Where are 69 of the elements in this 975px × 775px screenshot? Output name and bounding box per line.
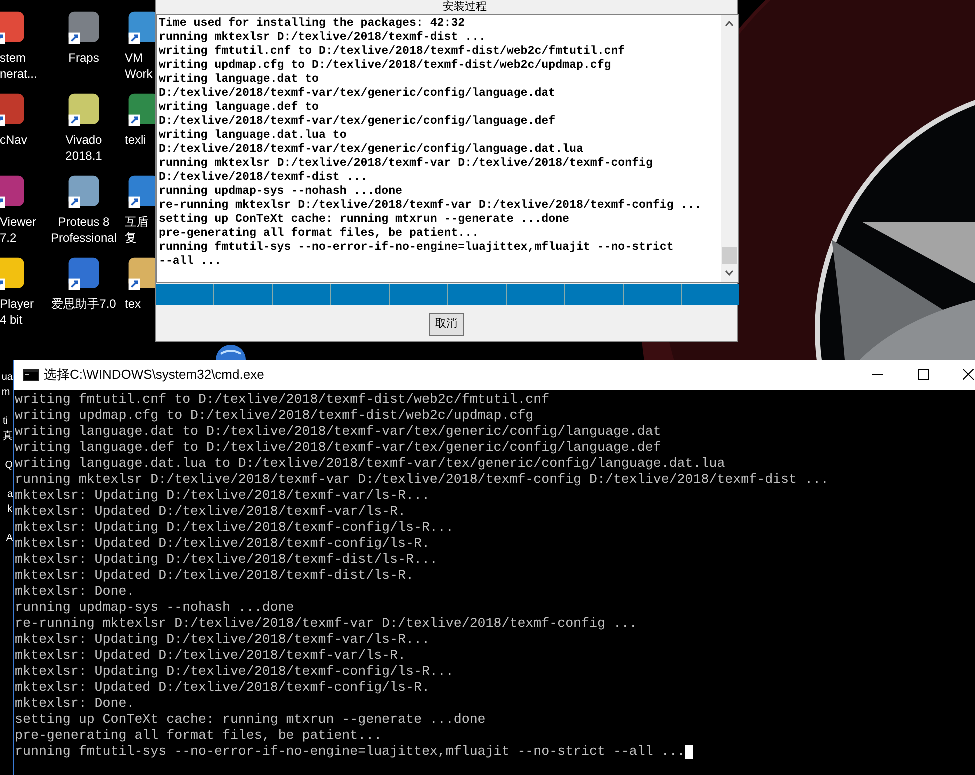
minimize-icon[interactable]: [872, 374, 883, 376]
icon-label[interactable]: stem nerat...: [0, 50, 38, 82]
console-line: mktexlsr: Updated D:/texlive/2018/texmf-var/ls-R.: [15, 648, 406, 664]
icon-label[interactable]: Player 4 bit: [0, 296, 34, 328]
log-line: --all ...: [159, 255, 223, 269]
scrollbar[interactable]: [721, 15, 738, 282]
icon-label[interactable]: 互盾 复: [125, 214, 149, 246]
icon-label[interactable]: A: [6, 531, 13, 546]
icon-label[interactable]: tex: [125, 296, 142, 312]
console-line: writing language.def to D:/texlive/2018/texmf-var/tex/generic/config/language.def: [15, 440, 662, 456]
console-icon: [23, 369, 39, 381]
icon-label[interactable]: VM Work: [125, 50, 153, 82]
log-line: D:/texlive/2018/texmf-dist ...: [159, 171, 369, 185]
log-line: D:/texlive/2018/texmf-var/tex/generic/config/language.dat: [159, 87, 557, 101]
log-line: running updmap-sys --nohash ...done: [159, 185, 404, 199]
console-line: mktexlsr: Updating D:/texlive/2018/texmf-var/ls-R...: [15, 632, 430, 648]
window-title: 安装过程: [443, 1, 487, 13]
log-line: writing updmap.cfg to D:/texlive/2018/texmf-dist/web2c/updmap.cfg: [159, 59, 612, 73]
close-icon[interactable]: [963, 369, 974, 380]
icon-label[interactable]: cNav: [0, 132, 28, 148]
log-line: writing language.dat to: [159, 73, 320, 87]
icon-label[interactable]: a k: [7, 487, 13, 517]
log-line: running fmtutil-sys --no-error-if-no-engine=luajittex,mfluajit --no-strict: [159, 241, 675, 255]
console-line: mktexlsr: Updated D:/texlive/2018/texmf-config/ls-R.: [15, 680, 430, 696]
cancel-button[interactable]: 取消: [429, 313, 464, 336]
console-line: mktexlsr: Updating D:/texlive/2018/texmf-config/ls-R...: [15, 520, 454, 536]
icon-label[interactable]: Fraps: [68, 50, 100, 66]
console-line: mktexlsr: Updated D:/texlive/2018/texmf-var/ls-R.: [15, 504, 406, 520]
icon-label[interactable]: ua m: [2, 370, 13, 400]
console-line: writing updmap.cfg to D:/texlive/2018/texmf-dist/web2c/updmap.cfg: [15, 408, 534, 424]
scroll-thumb[interactable]: [722, 247, 737, 264]
console-line: mktexlsr: Done.: [15, 696, 135, 712]
log-line: Time used for installing the packages: 42:32: [159, 17, 466, 31]
console-line: running updmap-sys --nohash ...done: [15, 600, 294, 616]
console-line: pre-generating all format files, be patient...: [15, 728, 382, 744]
console-line: setting up ConTeXt cache: running mtxrun --generate ...done: [15, 712, 486, 728]
console-line: mktexlsr: Done.: [15, 584, 135, 600]
log-line: writing language.def to: [159, 101, 320, 115]
log-line: D:/texlive/2018/texmf-var/tex/generic/config/language.dat.lua: [159, 143, 584, 157]
icon-label[interactable]: Proteus 8 Professional: [50, 214, 118, 246]
console-line: mktexlsr: Updating D:/texlive/2018/texmf-dist/ls-R...: [15, 552, 438, 568]
icon-label[interactable]: ti 真: [3, 414, 13, 444]
scroll-up-icon[interactable]: [725, 21, 734, 27]
log-line: setting up ConTeXt cache: running mtxrun --generate ...done: [159, 213, 570, 227]
console-line: mktexlsr: Updated D:/texlive/2018/texmf-dist/ls-R.: [15, 568, 414, 584]
maximize-icon[interactable]: [918, 369, 929, 380]
icon-label[interactable]: 爱思助手7.0: [52, 296, 116, 312]
log-line: D:/texlive/2018/texmf-var/tex/generic/config/language.def: [159, 115, 557, 129]
icon-label[interactable]: texli: [125, 132, 146, 148]
icon-label[interactable]: Viewer 7.2: [0, 214, 36, 246]
console-line: mktexlsr: Updated D:/texlive/2018/texmf-config/ls-R.: [15, 536, 430, 552]
log-line: pre-generating all format files, be patient...: [159, 227, 480, 241]
log-line: re-running mktexlsr D:/texlive/2018/texmf-var D:/texlive/2018/texmf-config ...: [159, 199, 703, 213]
icon-label[interactable]: Vivado 2018.1: [66, 132, 102, 164]
console-line: re-running mktexlsr D:/texlive/2018/texmf-var D:/texlive/2018/texmf-config ...: [15, 616, 638, 632]
log-line: running mktexlsr D:/texlive/2018/texmf-var D:/texlive/2018/texmf-config: [159, 157, 654, 171]
scroll-down-icon[interactable]: [725, 270, 734, 276]
console-line: mktexlsr: Updating D:/texlive/2018/texmf-config/ls-R...: [15, 664, 454, 680]
window-title: 选择C:\WINDOWS\system32\cmd.exe: [44, 366, 264, 384]
console-line: running fmtutil-sys --no-error-if-no-engine=luajittex,mfluajit --no-strict --all ...: [15, 744, 686, 760]
console-line: running mktexlsr D:/texlive/2018/texmf-var D:/texlive/2018/texmf-config D:/texlive/2018/texmf-dist ...: [15, 472, 829, 488]
console-line: mktexlsr: Updating D:/texlive/2018/texmf-var/ls-R...: [15, 488, 430, 504]
console-line: writing language.dat to D:/texlive/2018/texmf-var/tex/generic/config/language.dat: [15, 424, 662, 440]
console-line: writing fmtutil.cnf to D:/texlive/2018/texmf-dist/web2c/fmtutil.cnf: [15, 392, 550, 408]
console-line: writing language.dat.lua to D:/texlive/2018/texmf-var/tex/generic/config/language.dat.lua: [15, 456, 726, 472]
log-line: writing language.dat.lua to: [159, 129, 348, 143]
icon-label[interactable]: Q: [5, 458, 13, 473]
log-line: writing fmtutil.cnf to D:/texlive/2018/texmf-dist/web2c/fmtutil.cnf: [159, 45, 626, 59]
log-line: running mktexlsr D:/texlive/2018/texmf-dist ...: [159, 31, 487, 45]
